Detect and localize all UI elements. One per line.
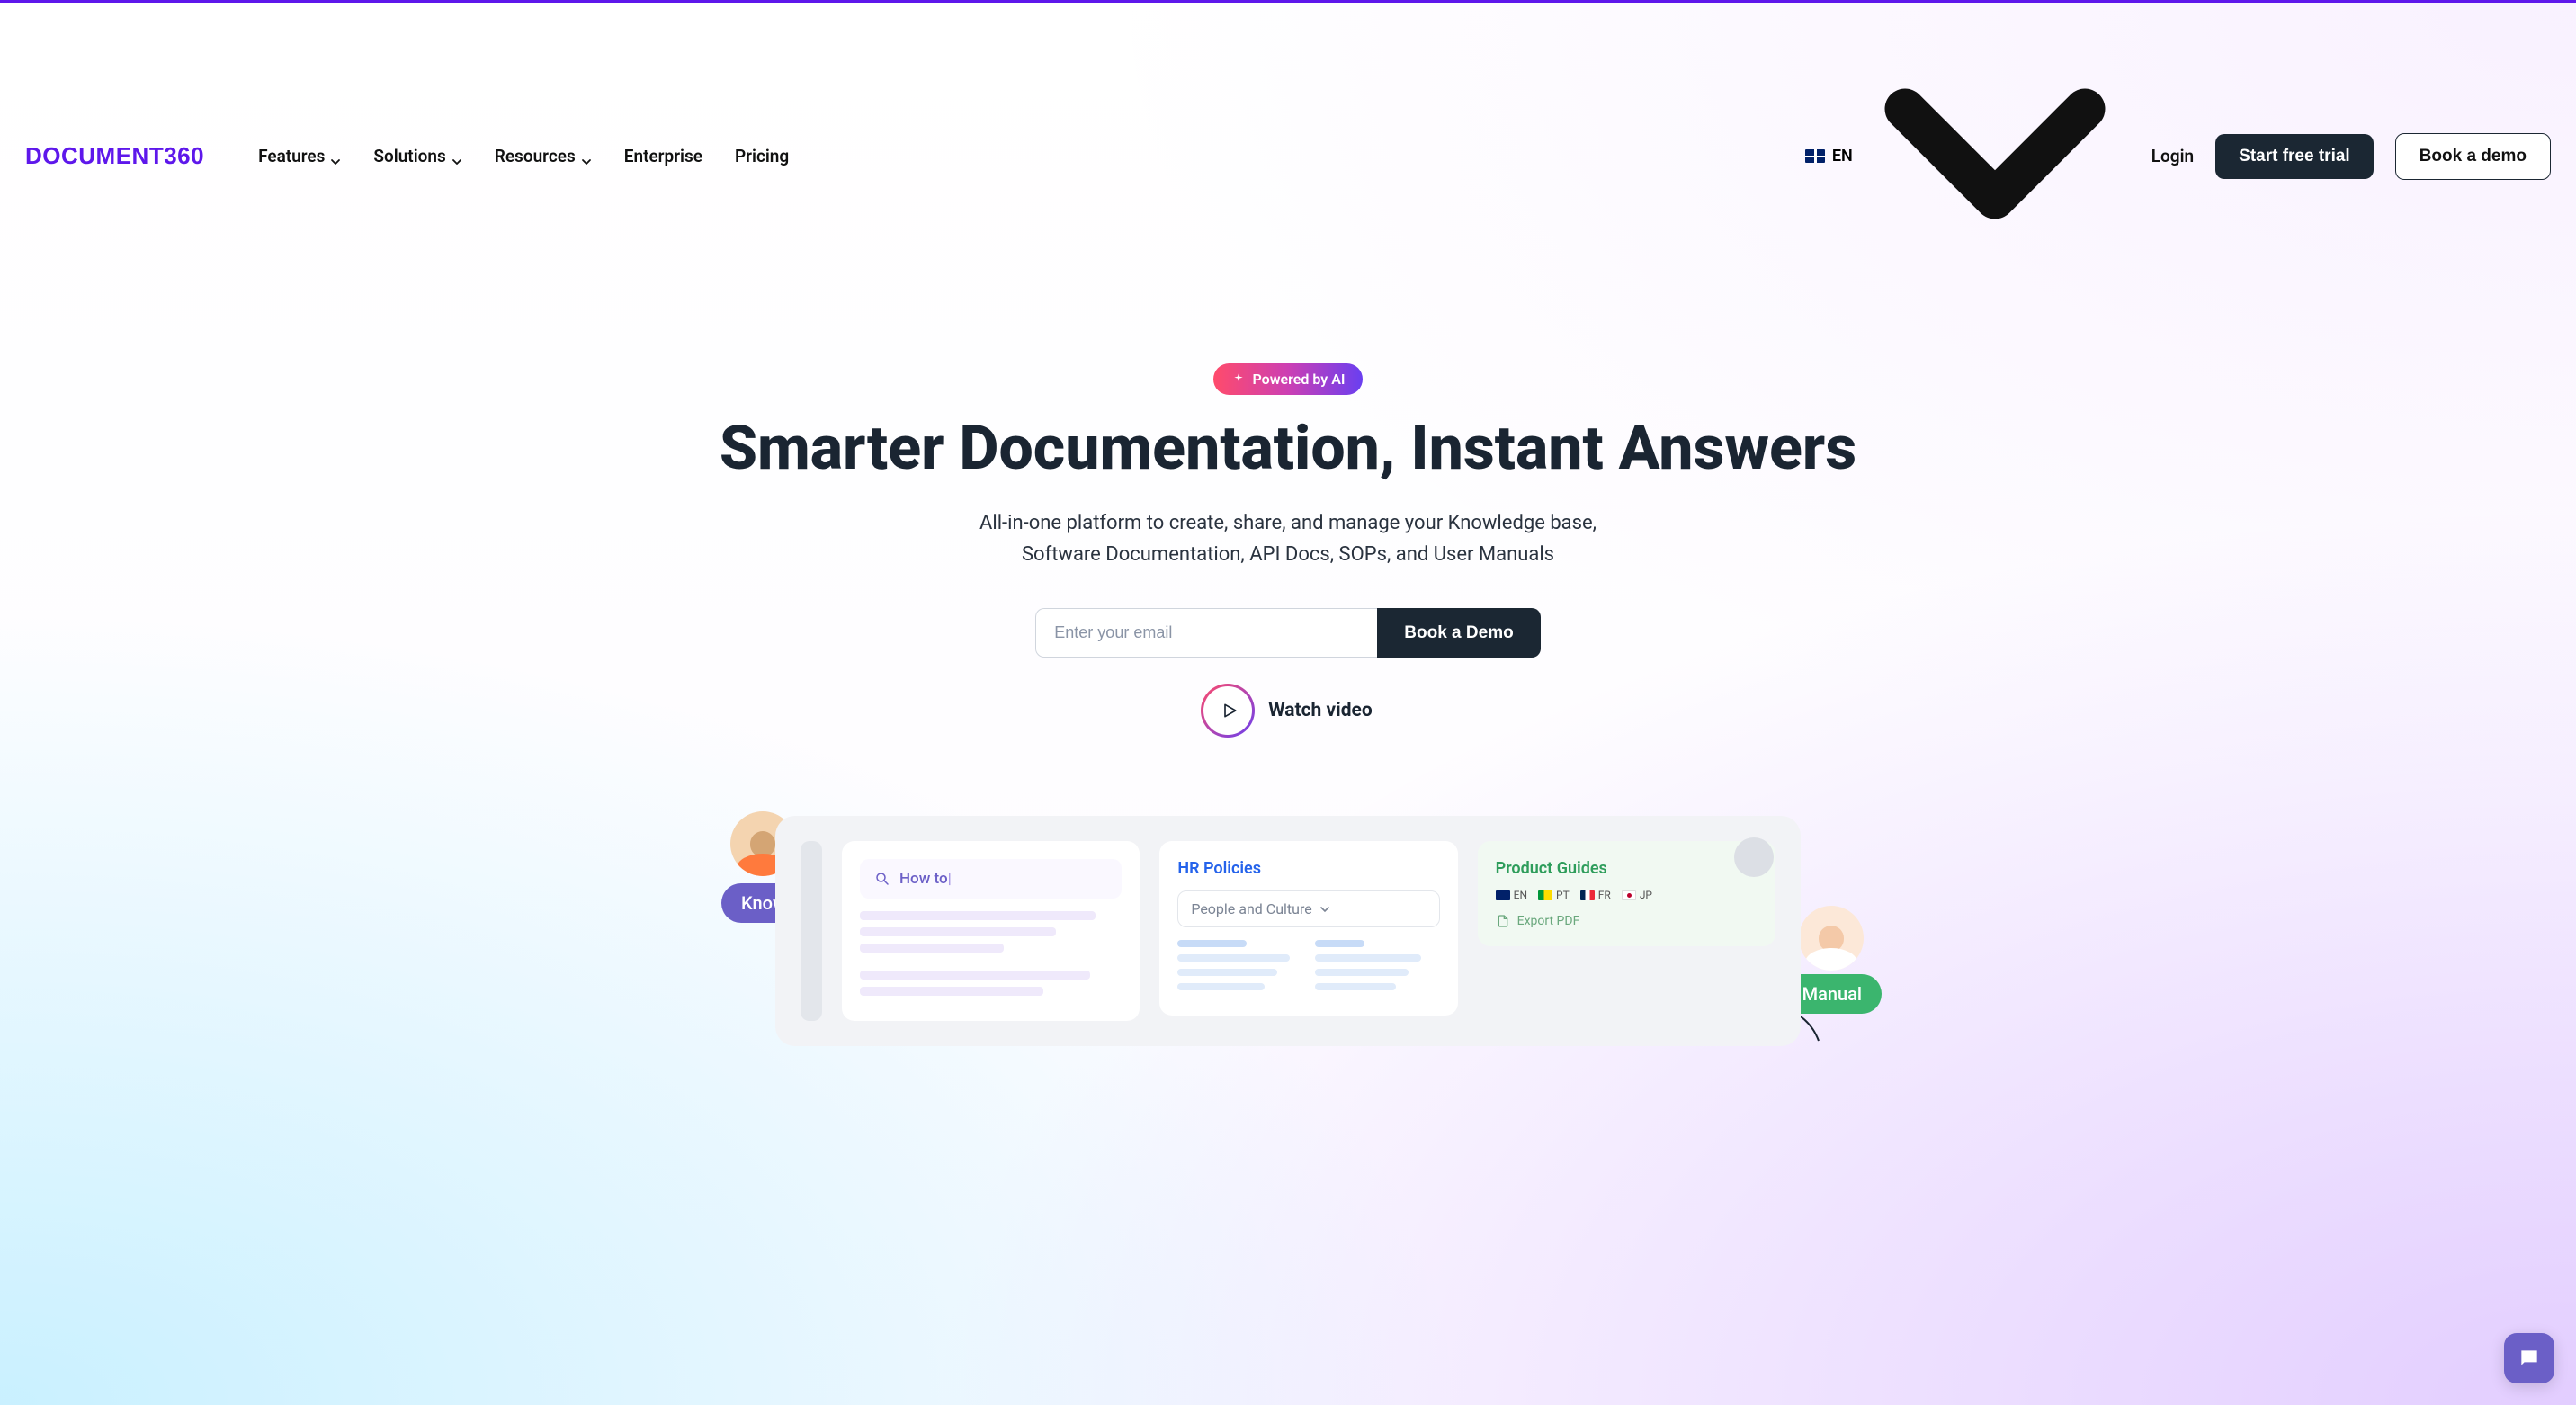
nav-enterprise-label: Enterprise bbox=[624, 146, 702, 166]
lang-jp: JP bbox=[1622, 889, 1652, 901]
login-link[interactable]: Login bbox=[2151, 146, 2194, 166]
illustration-panel: How to| HR Policies People and Culture bbox=[775, 816, 1801, 1046]
search-box: How to| bbox=[860, 859, 1122, 899]
pg-title: Product Guides bbox=[1496, 859, 1758, 878]
watch-video-label: Watch video bbox=[1268, 700, 1373, 721]
search-text: How to| bbox=[899, 870, 952, 888]
flag-uk-icon bbox=[1805, 149, 1825, 163]
lang-pt: PT bbox=[1538, 889, 1570, 901]
nav-enterprise[interactable]: Enterprise bbox=[624, 146, 702, 166]
chat-widget-button[interactable] bbox=[2504, 1333, 2554, 1383]
logo-text: DOCUMENT360 bbox=[25, 142, 204, 170]
book-demo-button[interactable]: Book a demo bbox=[2395, 133, 2551, 180]
search-icon bbox=[874, 871, 890, 887]
hero-section: Powered by AI Smarter Documentation, Ins… bbox=[0, 309, 2576, 762]
hr-dropdown-label: People and Culture bbox=[1191, 900, 1311, 917]
ai-badge: Powered by AI bbox=[1213, 363, 1364, 395]
nav-solutions-label: Solutions bbox=[373, 146, 445, 166]
lang-en: EN bbox=[1496, 889, 1527, 901]
book-demo-submit-button[interactable]: Book a Demo bbox=[1377, 608, 1540, 658]
chat-icon bbox=[2518, 1347, 2541, 1370]
avatar bbox=[1799, 906, 1864, 971]
card-product-guides: Product Guides EN PT FR JP Export PDF bbox=[1478, 841, 1775, 946]
lang-fr: FR bbox=[1580, 889, 1611, 901]
nav-resources-label: Resources bbox=[495, 146, 576, 166]
card-hr-policies: HR Policies People and Culture bbox=[1159, 841, 1457, 1016]
main-nav: Features Solutions Resources Enterprise … bbox=[258, 146, 789, 166]
nav-features-label: Features bbox=[258, 146, 325, 166]
nav-resources[interactable]: Resources bbox=[495, 146, 592, 166]
hero-subtitle: All-in-one platform to create, share, an… bbox=[919, 507, 1657, 570]
logo[interactable]: DOCUMENT360 bbox=[25, 137, 204, 176]
chevron-down-icon bbox=[452, 151, 462, 162]
site-header: DOCUMENT360 Features Solutions Resources… bbox=[0, 3, 2576, 309]
hero-subtitle-line2: Software Documentation, API Docs, SOPs, … bbox=[919, 539, 1657, 570]
header-actions: EN Login Start free trial Book a demo bbox=[1805, 19, 2551, 293]
play-icon bbox=[1203, 686, 1252, 735]
nav-pricing[interactable]: Pricing bbox=[735, 146, 789, 166]
chevron-down-icon bbox=[1319, 904, 1330, 915]
sidebar-stub bbox=[801, 841, 822, 1021]
email-input[interactable] bbox=[1035, 608, 1377, 658]
ai-badge-text: Powered by AI bbox=[1253, 371, 1346, 388]
language-selector[interactable]: EN bbox=[1805, 19, 2130, 293]
hero-title: Smarter Documentation, Instant Answers bbox=[18, 415, 2558, 482]
chevron-down-icon bbox=[1860, 19, 2130, 293]
nav-solutions[interactable]: Solutions bbox=[373, 146, 461, 166]
export-label: Export PDF bbox=[1517, 914, 1580, 928]
export-pdf: Export PDF bbox=[1496, 914, 1758, 928]
sparkle-icon bbox=[1231, 372, 1246, 387]
language-row: EN PT FR JP bbox=[1496, 889, 1758, 901]
file-export-icon bbox=[1496, 914, 1510, 928]
avatar-placeholder bbox=[1734, 837, 1774, 877]
start-trial-button[interactable]: Start free trial bbox=[2215, 134, 2374, 179]
card-knowledge-base: How to| bbox=[842, 841, 1140, 1021]
chevron-down-icon bbox=[581, 151, 592, 162]
nav-pricing-label: Pricing bbox=[735, 146, 789, 166]
hero-subtitle-line1: All-in-one platform to create, share, an… bbox=[919, 507, 1657, 539]
chevron-down-icon bbox=[330, 151, 341, 162]
watch-video-button[interactable]: Watch video bbox=[1203, 686, 1373, 735]
hr-title: HR Policies bbox=[1177, 859, 1439, 878]
hr-dropdown: People and Culture bbox=[1177, 890, 1439, 927]
lang-code: EN bbox=[1832, 147, 1853, 166]
hero-illustration: 👍 Knowledge base SOPs User Manual How to… bbox=[757, 816, 1819, 1046]
email-capture: Book a Demo bbox=[18, 608, 2558, 658]
nav-features[interactable]: Features bbox=[258, 146, 341, 166]
